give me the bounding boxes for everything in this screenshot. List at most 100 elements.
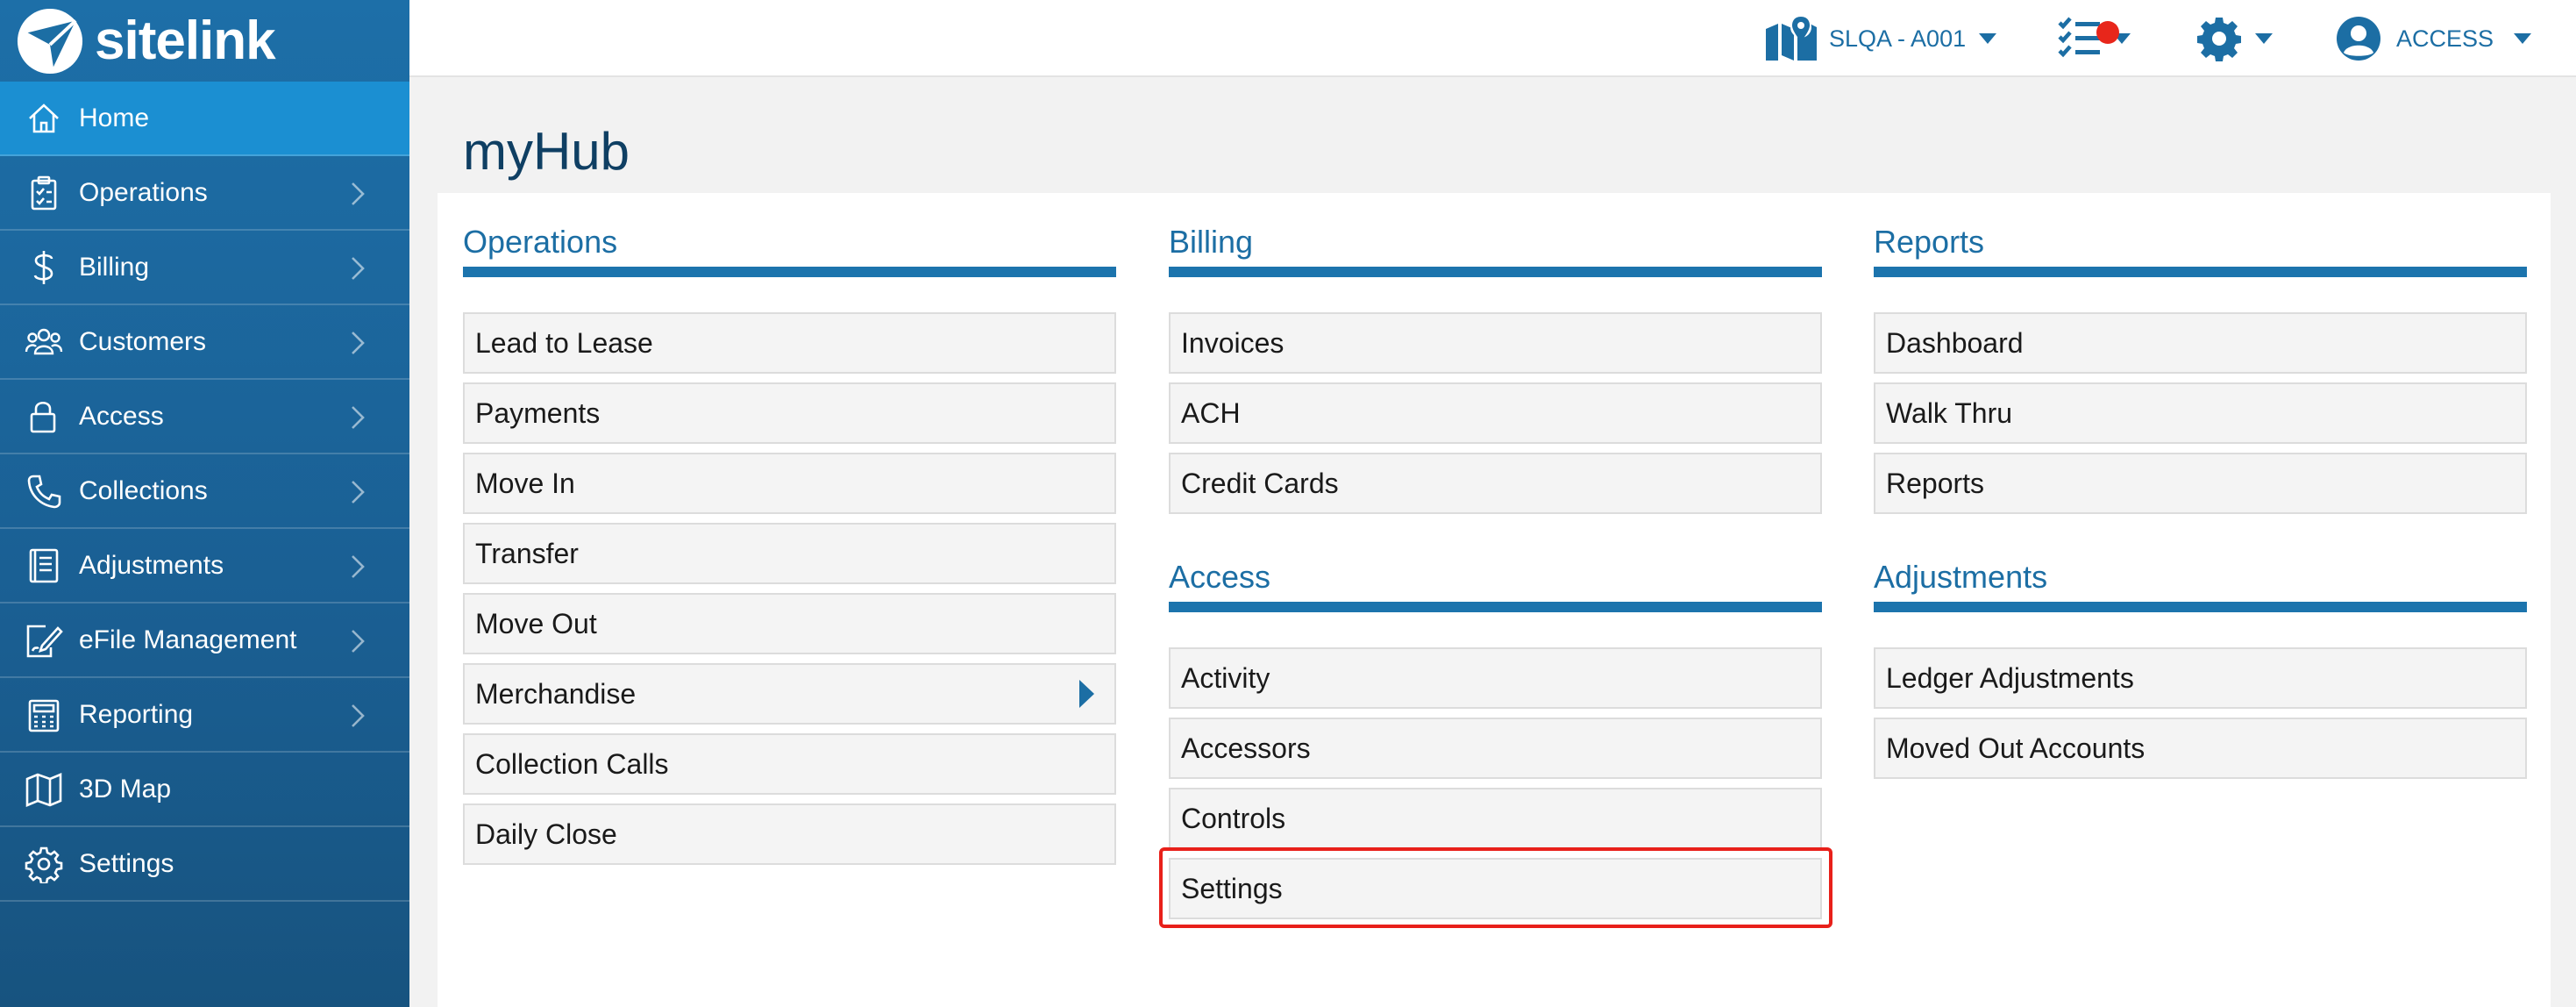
link-move-in[interactable]: Move In — [463, 453, 1116, 514]
sidebar-item-billing[interactable]: Billing — [0, 231, 409, 305]
chevron-right-icon — [352, 555, 365, 578]
link-daily-close[interactable]: Daily Close — [463, 803, 1116, 865]
settings-menu[interactable] — [2196, 12, 2274, 65]
link-invoices[interactable]: Invoices — [1169, 312, 1822, 374]
link-dashboard[interactable]: Dashboard — [1874, 312, 2527, 374]
sidebar-item-customers[interactable]: Customers — [0, 305, 409, 380]
sidebar-item-label: Customers — [79, 326, 207, 356]
link-moved-out-accounts[interactable]: Moved Out Accounts — [1874, 718, 2527, 779]
topbar: SLQA - A001 ACCESS — [409, 0, 2576, 77]
chevron-right-icon — [352, 332, 365, 354]
sidebar-item-3d-map[interactable]: 3D Map — [0, 753, 409, 827]
link-accessors[interactable]: Accessors — [1169, 718, 1822, 779]
section-divider — [1169, 267, 1822, 277]
section-reports: Reports Dashboard Walk Thru Reports — [1874, 218, 2527, 523]
link-list: Invoices ACH Credit Cards — [1169, 312, 1822, 514]
chevron-right-icon — [352, 406, 365, 429]
link-controls[interactable]: Controls — [1169, 788, 1822, 849]
user-menu[interactable]: ACCESS — [2335, 12, 2532, 65]
chevron-right-icon — [352, 630, 365, 653]
app: sitelink Home Operations Billing Custome… — [0, 0, 2576, 1007]
sidebar-item-collections[interactable]: Collections — [0, 454, 409, 529]
link-walk-thru[interactable]: Walk Thru — [1874, 382, 2527, 444]
chevron-right-icon — [352, 704, 365, 727]
link-access-settings[interactable]: Settings — [1169, 858, 1822, 919]
sidebar-item-reporting[interactable]: Reporting — [0, 678, 409, 753]
sidebar-item-home[interactable]: Home — [0, 82, 409, 156]
link-list: Lead to Lease Payments Move In Transfer … — [463, 312, 1116, 865]
caret-down-icon — [1979, 33, 1997, 44]
phone-icon — [25, 472, 63, 511]
sidebar: sitelink Home Operations Billing Custome… — [0, 0, 409, 1007]
sidebar-nav: Home Operations Billing Customers Access — [0, 82, 409, 902]
dollar-icon — [25, 248, 63, 287]
section-title: Adjustments — [1874, 559, 2048, 595]
section-access: Access Activity Accessors Controls Setti… — [1169, 553, 1822, 928]
link-credit-cards[interactable]: Credit Cards — [1169, 453, 1822, 514]
notification-badge — [2096, 21, 2119, 44]
sidebar-item-label: Access — [79, 401, 164, 431]
home-icon — [25, 99, 63, 138]
chevron-right-icon — [352, 182, 365, 205]
link-merchandise[interactable]: Merchandise — [463, 663, 1116, 725]
calculator-icon — [25, 696, 63, 734]
sidebar-item-label: Home — [79, 103, 150, 132]
sidebar-item-label: Adjustments — [79, 550, 224, 580]
section-title: Reports — [1874, 224, 1985, 260]
brand[interactable]: sitelink — [0, 0, 409, 82]
section-title: Billing — [1169, 224, 1254, 260]
gear-icon — [25, 845, 63, 884]
file-edit-icon — [25, 621, 63, 660]
sidebar-item-operations[interactable]: Operations — [0, 156, 409, 231]
link-list: Dashboard Walk Thru Reports — [1874, 312, 2527, 514]
gear-icon — [2197, 18, 2241, 61]
brand-name: sitelink — [95, 11, 276, 71]
hub-panel: Operations Lead to Lease Payments Move I… — [438, 193, 2551, 1007]
ledger-icon — [25, 546, 63, 585]
section-divider — [1874, 602, 2527, 612]
sidebar-item-efile-management[interactable]: eFile Management — [0, 603, 409, 678]
link-label: Merchandise — [475, 678, 637, 710]
link-payments[interactable]: Payments — [463, 382, 1116, 444]
chevron-right-icon — [352, 481, 365, 504]
location-map-icon — [1766, 17, 1817, 61]
link-activity[interactable]: Activity — [1169, 647, 1822, 709]
clipboard-icon — [25, 174, 63, 212]
link-list: Ledger Adjustments Moved Out Accounts — [1874, 647, 2527, 779]
sidebar-item-access[interactable]: Access — [0, 380, 409, 454]
link-lead-to-lease[interactable]: Lead to Lease — [463, 312, 1116, 374]
sidebar-item-adjustments[interactable]: Adjustments — [0, 529, 409, 603]
user-circle-icon — [2337, 17, 2380, 61]
section-title: Access — [1169, 559, 1271, 595]
sitelink-logo-icon — [17, 8, 83, 74]
location-selector[interactable]: SLQA - A001 — [1764, 12, 1997, 65]
link-transfer[interactable]: Transfer — [463, 523, 1116, 584]
link-ach[interactable]: ACH — [1169, 382, 1822, 444]
map-icon — [25, 770, 63, 809]
caret-right-icon — [1079, 680, 1094, 708]
sidebar-item-label: Operations — [79, 177, 208, 207]
link-list: Activity Accessors Controls Settings — [1169, 647, 1822, 919]
sidebar-item-label: 3D Map — [79, 774, 172, 803]
page-title: myHub — [463, 122, 630, 181]
link-collection-calls[interactable]: Collection Calls — [463, 733, 1116, 795]
tasks-icon-wrap — [2058, 16, 2119, 61]
section-adjustments: Adjustments Ledger Adjustments Moved Out… — [1874, 553, 2527, 788]
sidebar-item-label: Settings — [79, 848, 174, 878]
sidebar-item-settings[interactable]: Settings — [0, 827, 409, 902]
chevron-right-icon — [352, 257, 365, 280]
tasks-menu[interactable] — [2058, 12, 2131, 65]
users-icon — [25, 323, 63, 361]
link-move-out[interactable]: Move Out — [463, 593, 1116, 654]
user-label: ACCESS — [2396, 25, 2494, 52]
sidebar-item-label: Billing — [79, 252, 150, 282]
location-label: SLQA - A001 — [1829, 25, 1967, 52]
sidebar-item-label: Collections — [79, 475, 208, 505]
lock-icon — [25, 397, 63, 436]
link-reports[interactable]: Reports — [1874, 453, 2527, 514]
section-billing: Billing Invoices ACH Credit Cards — [1169, 218, 1822, 523]
section-divider — [463, 267, 1116, 277]
section-divider — [1874, 267, 2527, 277]
section-operations: Operations Lead to Lease Payments Move I… — [463, 218, 1116, 874]
link-ledger-adjustments[interactable]: Ledger Adjustments — [1874, 647, 2527, 709]
